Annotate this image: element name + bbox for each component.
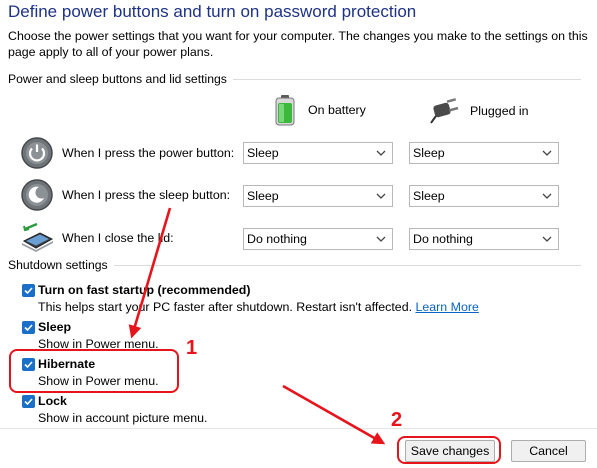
select-value: Sleep (247, 146, 279, 160)
hibernate-callout-box (9, 349, 179, 393)
chevron-down-icon (376, 150, 386, 156)
select-value: Sleep (413, 189, 445, 203)
chevron-down-icon (542, 150, 552, 156)
footer-divider (0, 428, 597, 429)
sleep-checkbox[interactable] (22, 321, 35, 334)
chevron-down-icon (376, 193, 386, 199)
select-value: Sleep (413, 146, 445, 160)
column-on-battery: On battery (272, 94, 366, 126)
power-section-header: Power and sleep buttons and lid settings (8, 72, 581, 86)
checkmark-icon (24, 287, 33, 295)
fast-startup-checkbox[interactable] (22, 284, 35, 297)
save-callout-box (397, 436, 501, 464)
column-plugged-in: Plugged in (430, 98, 529, 124)
select-value: Sleep (247, 189, 279, 203)
power-button-icon (21, 137, 53, 169)
sleep-button-icon (21, 179, 53, 211)
option-title: Sleep (38, 320, 72, 334)
checkmark-icon (24, 324, 33, 332)
close-lid-plugged-select[interactable]: Do nothing (409, 228, 559, 250)
divider (232, 78, 581, 80)
page-title: Define power buttons and turn on passwor… (8, 2, 417, 21)
checkmark-icon (24, 398, 33, 406)
power-button-plugged-select[interactable]: Sleep (409, 142, 559, 164)
close-lid-battery-select[interactable]: Do nothing (243, 228, 393, 250)
option-title: Turn on fast startup (recommended) (38, 283, 251, 297)
laptop-lid-icon (22, 222, 54, 252)
arrow-to-save (282, 384, 386, 445)
shutdown-section-header: Shutdown settings (8, 258, 581, 272)
intro-text: Choose the power settings that you want … (8, 29, 588, 59)
plug-icon (430, 98, 459, 124)
column-label: On battery (308, 103, 366, 117)
power-button-battery-select[interactable]: Sleep (243, 142, 393, 164)
chevron-down-icon (376, 236, 386, 242)
option-description: This helps start your PC faster after sh… (38, 300, 479, 314)
cancel-button[interactable]: Cancel (511, 440, 586, 462)
learn-more-link[interactable]: Learn More (415, 300, 478, 314)
sleep-button-plugged-select[interactable]: Sleep (409, 185, 559, 207)
option-title: Lock (38, 394, 67, 408)
chevron-down-icon (542, 236, 552, 242)
battery-icon (275, 95, 295, 126)
select-value: Do nothing (247, 232, 307, 246)
lock-checkbox[interactable] (22, 395, 35, 408)
row-label: When I press the power button: (62, 146, 235, 160)
sleep-button-battery-select[interactable]: Sleep (243, 185, 393, 207)
shutdown-section-title: Shutdown settings (8, 258, 108, 272)
option-description: Show in account picture menu. (38, 411, 208, 425)
divider (113, 264, 581, 266)
row-label: When I close the lid: (62, 231, 174, 245)
step-1-label: 1 (186, 337, 198, 359)
chevron-down-icon (542, 193, 552, 199)
column-label: Plugged in (470, 104, 529, 118)
power-section-title: Power and sleep buttons and lid settings (8, 72, 227, 86)
step-2-label: 2 (391, 409, 403, 431)
row-label: When I press the sleep button: (62, 188, 231, 202)
select-value: Do nothing (413, 232, 473, 246)
option-desc-text: This helps start your PC faster after sh… (38, 300, 413, 314)
